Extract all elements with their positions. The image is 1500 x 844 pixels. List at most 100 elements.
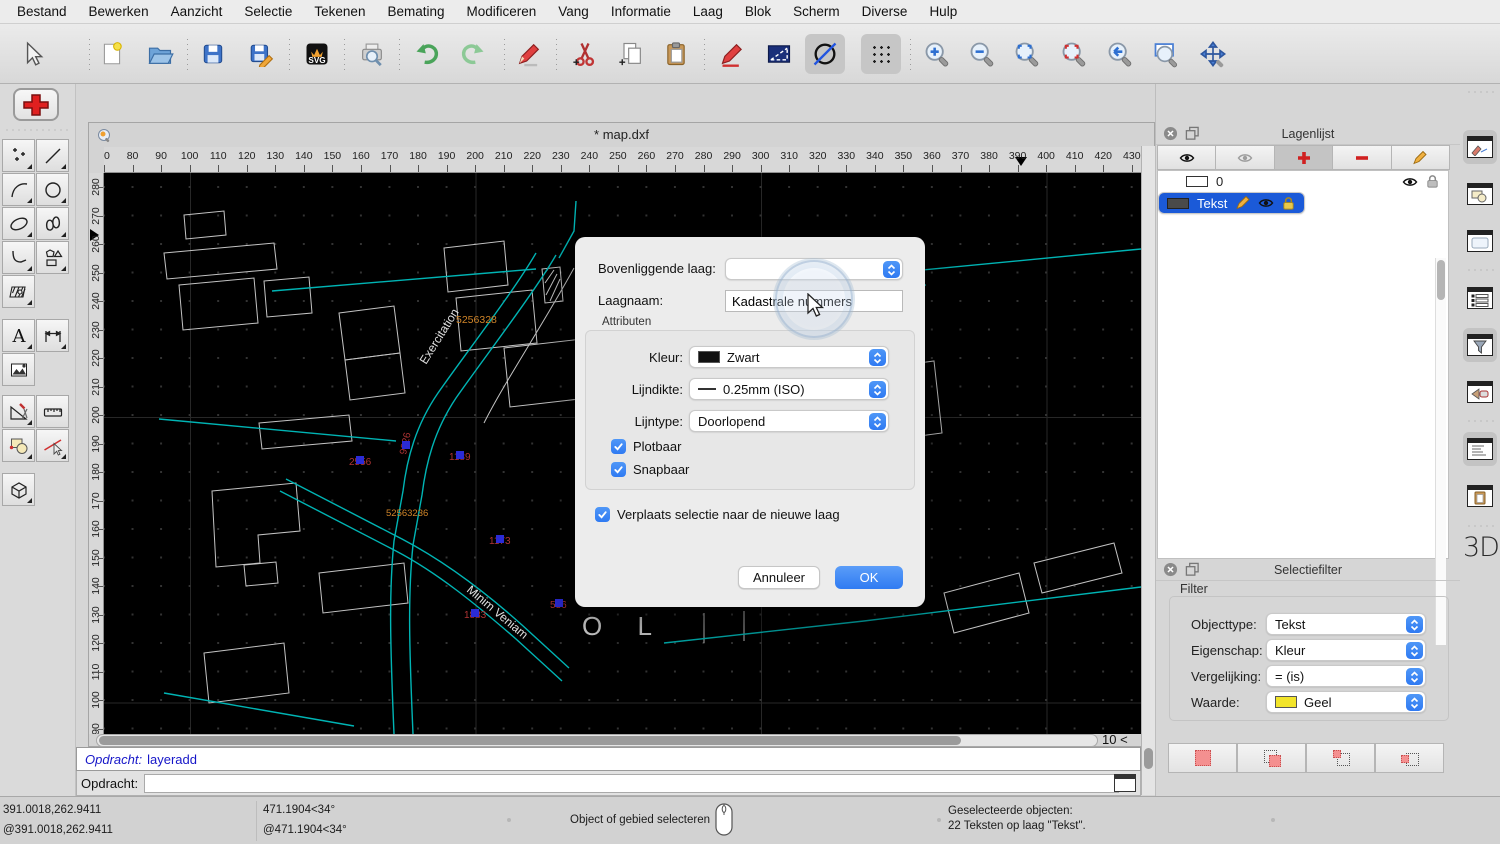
redo-button[interactable] (453, 34, 493, 74)
open-file-button[interactable] (140, 34, 180, 74)
menu-item[interactable]: Selectie (233, 4, 303, 19)
save-as-button[interactable] (241, 34, 281, 74)
eye-icon[interactable] (1258, 196, 1274, 210)
zoom-window-button[interactable] (1146, 34, 1186, 74)
current-tool-add-button[interactable] (13, 88, 59, 121)
ok-button[interactable]: OK (835, 566, 903, 589)
layer-list-scrollbar-thumb[interactable] (1437, 260, 1445, 300)
layer-row-tekst[interactable]: Tekst (1158, 192, 1305, 214)
tool-ellipse-button[interactable] (2, 207, 35, 240)
tool-polyline-button[interactable] (2, 241, 35, 274)
menu-item[interactable]: Bestand (6, 4, 78, 19)
edit-pencil-button[interactable] (509, 34, 549, 74)
toggle-blank-window-button[interactable] (1463, 224, 1497, 258)
layer-panel-close-button[interactable] (1163, 126, 1178, 141)
linetype-select[interactable]: Doorlopend (689, 410, 889, 432)
tool-spline-button[interactable] (36, 207, 69, 240)
toggle-clipboard-window-button[interactable] (1463, 479, 1497, 513)
copy-button[interactable] (611, 34, 651, 74)
command-window-button[interactable] (1114, 774, 1136, 792)
hide-all-layers-button[interactable] (1215, 145, 1274, 170)
filter-panel-close-button[interactable] (1163, 562, 1178, 577)
menu-item[interactable]: Aanzicht (160, 4, 234, 19)
toggle-3d-button[interactable]: 3D (1463, 532, 1499, 563)
screen-linetype-button[interactable] (805, 34, 845, 74)
lock-icon[interactable] (1281, 196, 1296, 211)
tool-image-button[interactable] (2, 353, 35, 386)
zoom-auto-button[interactable] (1007, 34, 1047, 74)
pen-edit-button[interactable] (713, 34, 753, 74)
command-input[interactable] (144, 774, 1119, 793)
menu-item[interactable]: Diverse (851, 4, 919, 19)
menu-item[interactable]: Scherm (782, 4, 851, 19)
pencil-icon[interactable] (1235, 196, 1251, 210)
layer-panel-detach-button[interactable] (1185, 126, 1200, 141)
tool-trim-button[interactable] (36, 429, 69, 462)
filter-select-add-button[interactable] (1237, 743, 1306, 773)
filter-select-new-button[interactable] (1168, 743, 1237, 773)
plottable-checkbox[interactable] (611, 439, 626, 454)
tool-measure-button[interactable] (36, 395, 69, 428)
print-preview-button[interactable] (352, 34, 392, 74)
undo-button[interactable] (407, 34, 447, 74)
horizontal-scrollbar[interactable] (96, 734, 1098, 747)
toggle-library-window-button[interactable] (1463, 177, 1497, 211)
toggle-layer-list-button[interactable] (1463, 281, 1497, 315)
filter-select-remove-button[interactable] (1375, 743, 1444, 773)
tool-shapes-button[interactable] (36, 241, 69, 274)
tool-modify-button[interactable] (2, 395, 35, 428)
layer-row-0[interactable]: 0 (1158, 171, 1448, 192)
move-selection-checkbox[interactable] (595, 507, 610, 522)
menu-item[interactable]: Vang (547, 4, 600, 19)
menu-item[interactable]: Blok (734, 4, 782, 19)
menu-item[interactable]: Tekenen (303, 4, 376, 19)
vertical-scrollbar[interactable] (1141, 146, 1155, 795)
filter-select-intersect-button[interactable] (1306, 743, 1375, 773)
tool-dimension-button[interactable] (36, 319, 69, 352)
palette-handle[interactable] (4, 128, 68, 132)
svg-export-button[interactable]: SVG (297, 34, 337, 74)
filter-eigenschap-select[interactable]: Kleur (1266, 639, 1426, 661)
zoom-out-button[interactable] (962, 34, 1002, 74)
menu-item[interactable]: Bewerken (78, 4, 160, 19)
tool-line-button[interactable] (36, 139, 69, 172)
paste-button[interactable] (656, 34, 696, 74)
pan-button[interactable] (1193, 34, 1233, 74)
toggle-command-window-button[interactable] (1463, 432, 1497, 466)
tool-arc-button[interactable] (2, 173, 35, 206)
layer-list-scrollbar[interactable] (1435, 258, 1446, 645)
zoom-in-button[interactable] (917, 34, 957, 74)
filter-waarde-select[interactable]: Geel (1266, 691, 1426, 713)
toggle-view-window-button[interactable] (1463, 375, 1497, 409)
add-layer-button[interactable] (1274, 145, 1333, 170)
remove-layer-button[interactable] (1332, 145, 1391, 170)
show-all-layers-button[interactable] (1157, 145, 1216, 170)
horizontal-scrollbar-thumb[interactable] (99, 736, 961, 745)
cut-button[interactable] (565, 34, 605, 74)
save-button[interactable] (193, 34, 233, 74)
filter-objecttype-select[interactable]: Tekst (1266, 613, 1426, 635)
toggle-properties-window-button[interactable] (1463, 130, 1497, 164)
cancel-button[interactable]: Annuleer (738, 566, 820, 589)
lock-icon[interactable] (1425, 174, 1440, 189)
filter-panel-detach-button[interactable] (1185, 562, 1200, 577)
strip-handle[interactable] (1466, 90, 1494, 94)
zoom-previous-button[interactable] (1100, 34, 1140, 74)
toggle-selection-filter-button[interactable] (1463, 328, 1497, 362)
menu-item[interactable]: Bemating (376, 4, 455, 19)
filter-vergelijking-select[interactable]: = (is) (1266, 665, 1426, 687)
menu-item[interactable]: Informatie (600, 4, 682, 19)
eye-icon[interactable] (1402, 175, 1418, 189)
tool-points-button[interactable] (2, 139, 35, 172)
tool-boolean-button[interactable] (2, 429, 35, 462)
edit-layer-button[interactable] (1391, 145, 1450, 170)
draft-mode-button[interactable] (759, 34, 799, 74)
menu-item[interactable]: Modificeren (456, 4, 548, 19)
vertical-scrollbar-thumb[interactable] (1144, 748, 1153, 769)
zoom-selection-button[interactable] (1054, 34, 1094, 74)
snappable-checkbox[interactable] (611, 462, 626, 477)
tool-circle-button[interactable] (36, 173, 69, 206)
color-select[interactable]: Zwart (689, 346, 889, 368)
linewidth-select[interactable]: 0.25mm (ISO) (689, 378, 889, 400)
grid-toggle-button[interactable] (861, 34, 901, 74)
